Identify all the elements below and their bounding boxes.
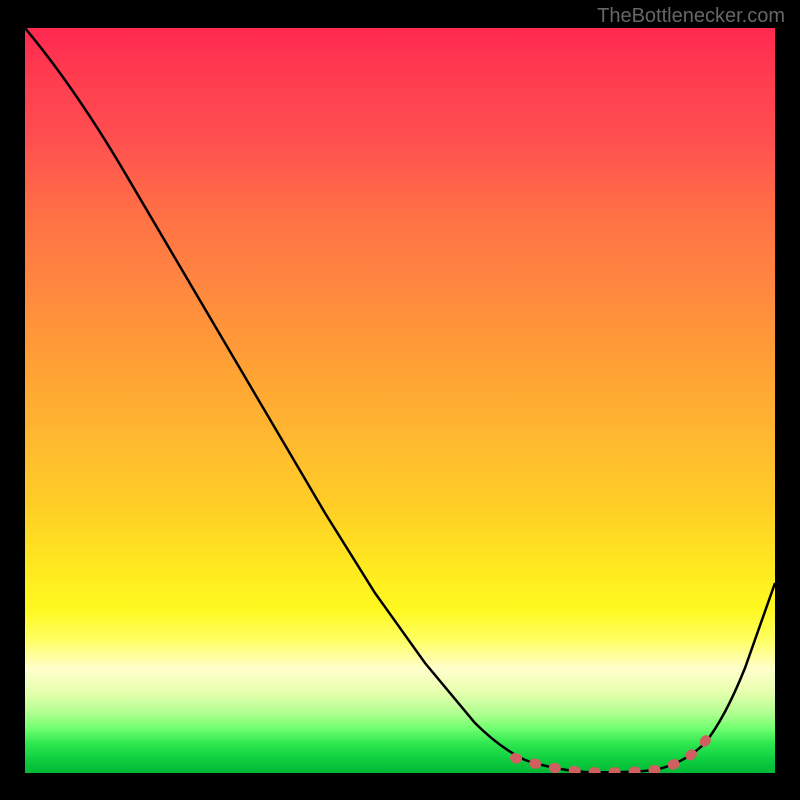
highlighted-range-dots: [515, 728, 715, 772]
bottleneck-curve-line: [25, 28, 775, 772]
chart-plot-area: [25, 28, 775, 773]
chart-svg: [25, 28, 775, 773]
watermark-text: TheBottlenecker.com: [597, 5, 785, 28]
